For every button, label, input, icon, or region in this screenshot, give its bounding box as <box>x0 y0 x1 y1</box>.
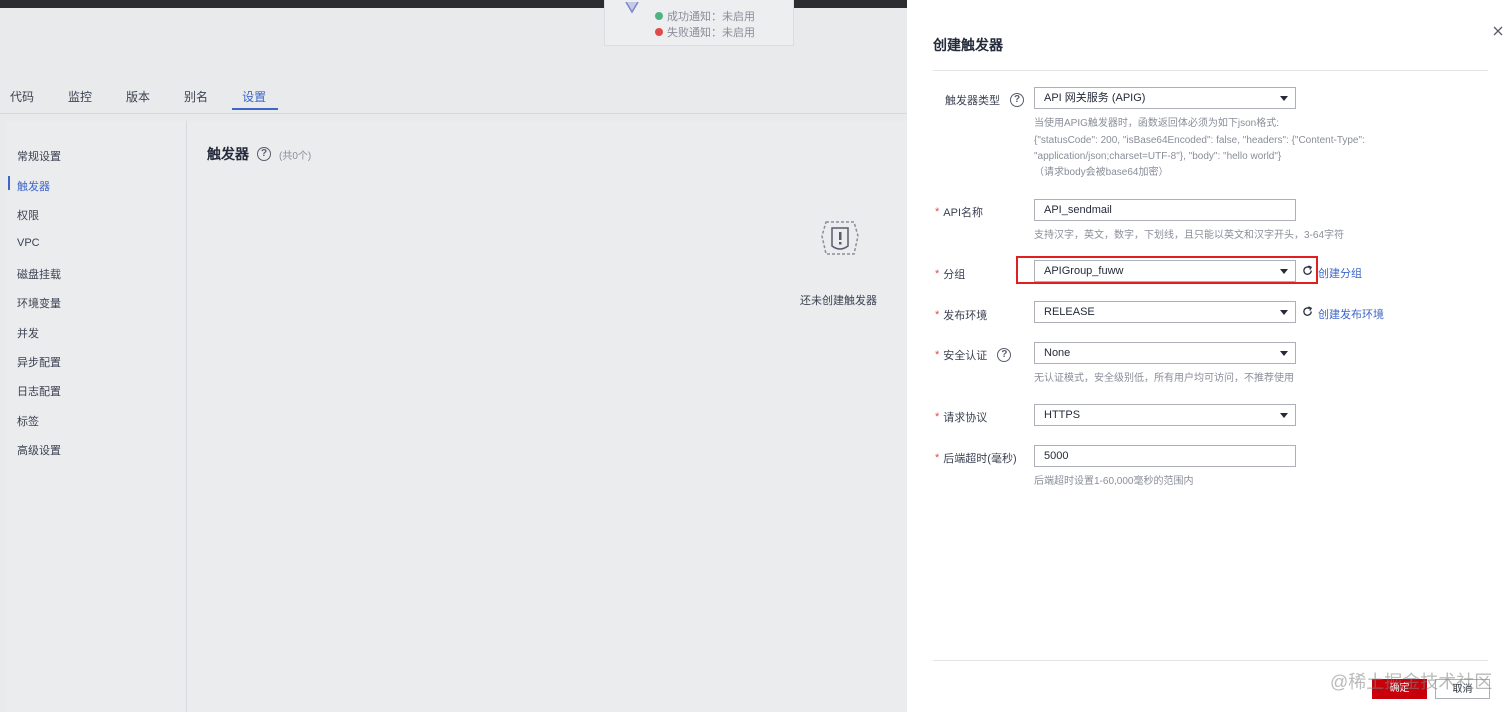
create-trigger-drawer: 创建触发器 触发器类型 ? API 网关服务 (APIG) 当使用APIG触发器… <box>907 0 1512 712</box>
tab-alias[interactable]: 别名 <box>174 84 220 110</box>
sidebar-item-vpc[interactable]: VPC <box>17 237 40 249</box>
environment-label-text: 发布环境 <box>943 310 988 322</box>
active-nav-indicator <box>8 176 10 190</box>
required-mark: * <box>935 309 940 321</box>
sidebar-item-permissions[interactable]: 权限 <box>17 207 39 223</box>
status-dot-green <box>655 12 663 20</box>
footer-divider <box>933 660 1488 661</box>
environment-value: RELEASE <box>1044 306 1095 318</box>
empty-state-icon <box>821 221 859 255</box>
create-environment-link[interactable]: 创建发布环境 <box>1318 306 1384 322</box>
timeout-input[interactable]: 5000 <box>1034 445 1296 467</box>
required-mark: * <box>935 411 940 423</box>
help-icon[interactable]: ? <box>1010 93 1024 107</box>
refresh-icon[interactable] <box>1302 306 1313 317</box>
trigger-count: (共0个) <box>279 150 312 162</box>
tab-settings[interactable]: 设置 <box>232 84 279 110</box>
notification-card: 成功通知：未启用 失败通知：未启用 <box>604 0 794 46</box>
close-icon[interactable] <box>1492 25 1504 37</box>
protocol-label: * 请求协议 <box>935 409 987 425</box>
chevron-down-icon <box>1280 413 1288 418</box>
auth-label: * 安全认证 ? <box>935 347 1012 363</box>
chevron-down-icon <box>1280 351 1288 356</box>
group-label: * 分组 <box>935 266 965 282</box>
sidebar-item-logs[interactable]: 日志配置 <box>17 383 61 399</box>
environment-select[interactable]: RELEASE <box>1034 301 1296 323</box>
tab-code[interactable]: 代码 <box>0 84 46 110</box>
triggers-heading: 触发器 ? (共0个) <box>207 144 311 164</box>
required-mark: * <box>935 452 940 464</box>
required-mark: * <box>935 206 940 218</box>
refresh-icon[interactable] <box>1302 265 1313 276</box>
shield-icon <box>625 2 639 14</box>
trigger-type-hint-3: "application/json;charset=UTF-8"}, "body… <box>1034 151 1282 162</box>
watermark: @稀土掘金技术社区 <box>1330 672 1493 692</box>
header-divider <box>933 70 1488 71</box>
empty-state-text: 还未创建触发器 <box>800 295 877 307</box>
success-notification-text: 成功通知：未启用 <box>667 11 755 23</box>
trigger-type-hint-4: （请求body会被base64加密） <box>1034 167 1169 178</box>
trigger-type-label-text: 触发器类型 <box>945 95 1000 107</box>
required-mark: * <box>935 349 940 361</box>
required-mark: * <box>935 268 940 280</box>
sidebar-item-disk-mount[interactable]: 磁盘挂载 <box>17 266 61 282</box>
success-notification: 成功通知：未启用 <box>655 8 755 24</box>
sidebar-item-env-vars[interactable]: 环境变量 <box>17 295 61 311</box>
sidebar-item-concurrency[interactable]: 并发 <box>17 325 39 341</box>
auth-select[interactable]: None <box>1034 342 1296 364</box>
drawer-title: 创建触发器 <box>933 37 1003 53</box>
timeout-hint: 后端超时设置1-60,000毫秒的范围内 <box>1034 476 1194 487</box>
create-group-link[interactable]: 创建分组 <box>1318 265 1362 281</box>
protocol-label-text: 请求协议 <box>943 412 988 424</box>
trigger-type-value: API 网关服务 (APIG) <box>1044 92 1146 104</box>
api-name-input[interactable]: API_sendmail <box>1034 199 1296 221</box>
sidebar-item-tags[interactable]: 标签 <box>17 413 39 429</box>
trigger-type-hint-1: 当使用APIG触发器时，函数返回体必须为如下json格式: <box>1034 118 1280 129</box>
environment-label: * 发布环境 <box>935 307 987 323</box>
auth-hint: 无认证模式，安全级别低，所有用户均可访问，不推荐使用 <box>1034 373 1294 384</box>
chevron-down-icon <box>1280 96 1288 101</box>
group-label-text: 分组 <box>943 269 966 281</box>
auth-value: None <box>1044 347 1071 359</box>
sidebar-item-advanced[interactable]: 高级设置 <box>17 442 61 458</box>
sidebar-item-general[interactable]: 常规设置 <box>17 148 61 164</box>
status-dot-red <box>655 28 663 36</box>
timeout-label-text: 后端超时(毫秒) <box>943 453 1017 465</box>
tab-monitor[interactable]: 监控 <box>58 84 104 110</box>
trigger-type-label: 触发器类型 ? <box>945 92 1024 108</box>
sidebar-item-triggers[interactable]: 触发器 <box>17 178 50 194</box>
api-name-label-text: API名称 <box>943 207 984 219</box>
auth-label-text: 安全认证 <box>943 350 988 362</box>
trigger-type-select[interactable]: API 网关服务 (APIG) <box>1034 87 1296 109</box>
function-tabs: 代码 监控 版本 别名 设置 <box>0 84 907 114</box>
chevron-down-icon <box>1280 310 1288 315</box>
api-name-hint: 支持汉字，英文，数字，下划线，且只能以英文和汉字开头，3-64字符 <box>1034 230 1345 241</box>
group-value: APIGroup_fuww <box>1044 265 1124 277</box>
timeout-label: * 后端超时(毫秒) <box>935 450 1017 466</box>
help-icon[interactable]: ? <box>997 348 1012 362</box>
trigger-type-hint-2: {"statusCode": 200, "isBase64Encoded": f… <box>1034 135 1365 146</box>
page-title: 触发器 <box>207 146 249 162</box>
protocol-value: HTTPS <box>1044 409 1081 421</box>
chevron-down-icon <box>1280 269 1288 274</box>
help-icon[interactable]: ? <box>257 147 271 161</box>
sidebar-item-async[interactable]: 异步配置 <box>17 354 61 370</box>
tab-version[interactable]: 版本 <box>116 84 162 110</box>
group-select[interactable]: APIGroup_fuww <box>1034 260 1296 282</box>
failure-notification-text: 失败通知：未启用 <box>667 27 755 39</box>
protocol-select[interactable]: HTTPS <box>1034 404 1296 426</box>
failure-notification: 失败通知：未启用 <box>655 24 755 40</box>
api-name-label: * API名称 <box>935 204 983 220</box>
